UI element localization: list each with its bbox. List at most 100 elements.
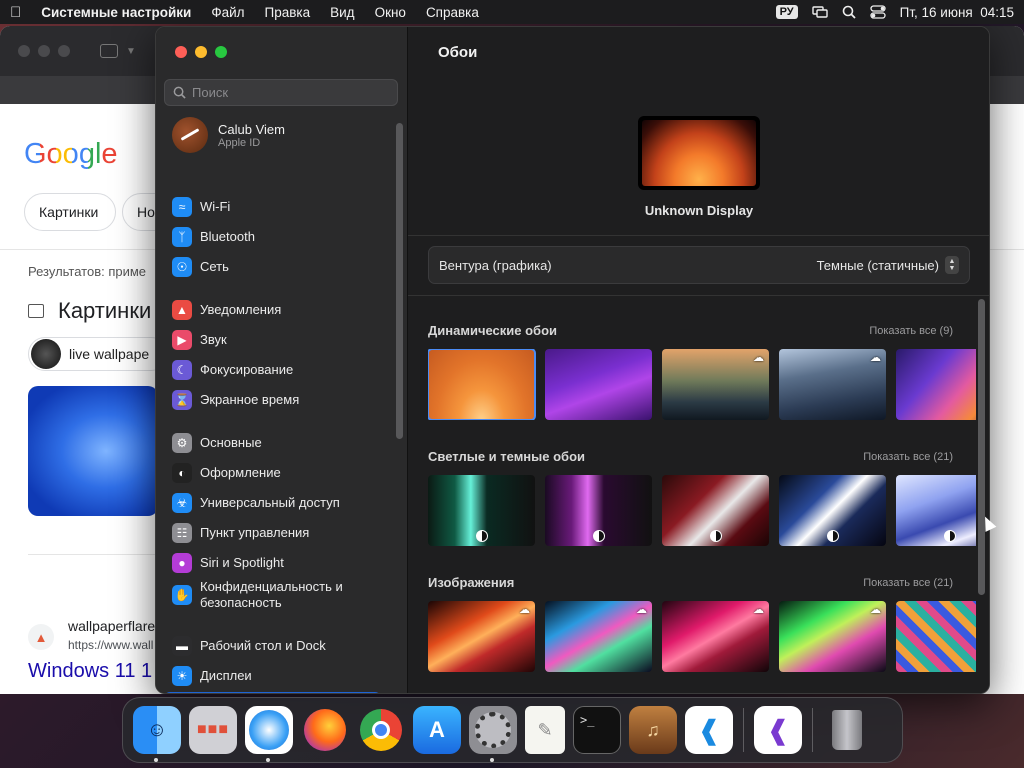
sidebar-item[interactable]: ☣ Универсальный доступ — [164, 489, 381, 516]
finder-icon[interactable]: ☺ — [133, 706, 181, 762]
sidebar-item[interactable]: ◐ Оформление — [164, 459, 381, 486]
dynamic-wallpapers-row: ☁ ☁ — [428, 349, 976, 420]
sidebar-item[interactable]: ⌛ Экранное время — [164, 386, 381, 413]
wallpaper-thumbnail[interactable] — [545, 475, 652, 546]
dock-separator — [743, 708, 744, 752]
wallpaper-thumbnail[interactable] — [896, 349, 976, 420]
sidebar-item-label: Пункт управления — [200, 525, 310, 540]
wallpaper-thumbnail[interactable]: ☁ — [662, 601, 769, 672]
wallpaper-thumbnail[interactable] — [896, 475, 976, 546]
display-name: Unknown Display — [644, 203, 754, 218]
search-input[interactable] — [192, 85, 382, 100]
wallpaper-thumbnail[interactable]: ☁ — [662, 349, 769, 420]
related-search-chip[interactable]: live wallpape — [28, 337, 168, 371]
sidebar-item[interactable]: ᛉ Bluetooth — [164, 223, 381, 250]
wallpaper-thumbnail[interactable]: ☁ — [545, 601, 652, 672]
safari-icon[interactable] — [245, 706, 293, 762]
visual-studio-icon[interactable]: ❰ — [754, 706, 802, 754]
browser-close-button[interactable] — [18, 45, 30, 57]
wallpaper-thumbnail[interactable]: ☁ — [428, 601, 535, 672]
wallpaper-thumbnail[interactable] — [779, 475, 886, 546]
sidebar-item[interactable]: ❀Обои — [164, 692, 381, 693]
wallpaper-thumbnail[interactable] — [662, 475, 769, 546]
speaker-icon: ▶ — [172, 329, 192, 350]
menu-view[interactable]: Вид — [320, 5, 364, 20]
control-center-icon[interactable] — [869, 5, 886, 19]
sidebar-item[interactable]: ⚙ Основные — [164, 429, 381, 456]
screen-mirroring-icon[interactable] — [811, 6, 828, 18]
system-settings-window: Calub Viem Apple ID ≈ Wi-Fi ᛉ Bluetooth ☉ Сет… — [155, 26, 990, 694]
sidebar-item[interactable]: ☾ Фокусирование — [164, 356, 381, 383]
instruments-icon[interactable]: ♫ — [629, 706, 677, 754]
app-menu[interactable]: Системные настройки — [31, 5, 201, 20]
wallpaper-thumbnail[interactable] — [428, 475, 535, 546]
wallpaper-thumbnail[interactable] — [428, 349, 536, 420]
chevron-down-icon[interactable]: ▼ — [126, 46, 136, 57]
sidebar-item[interactable]: ▶ Звук — [164, 326, 381, 353]
divider — [28, 554, 158, 555]
show-all-dynamic-link[interactable]: Показать все (9) — [869, 325, 953, 337]
sidebar-item[interactable]: ☷ Пункт управления — [164, 519, 381, 546]
download-icon: ☁ — [753, 604, 764, 616]
system-settings-icon[interactable] — [469, 706, 517, 762]
site-favicon-icon: ▲ — [28, 624, 54, 650]
apple-id-account[interactable]: Calub Viem Apple ID — [172, 117, 285, 153]
trash-icon[interactable] — [823, 706, 871, 754]
show-all-light-dark-link[interactable]: Показать все (21) — [863, 451, 953, 463]
sidebar-item[interactable]: ≈ Wi-Fi — [164, 193, 381, 220]
menu-help[interactable]: Справка — [416, 5, 489, 20]
control-center-icon: ☷ — [172, 522, 192, 543]
vscode-icon[interactable]: ❰ — [685, 706, 733, 754]
wallpaper-thumbnail[interactable]: ☁ — [779, 601, 886, 672]
browser-minimize-button[interactable] — [38, 45, 50, 57]
images-section-header: Картинки — [28, 298, 151, 324]
launchpad-icon[interactable]: ■■■ — [189, 706, 237, 754]
accessibility-icon: ☣ — [172, 492, 192, 513]
main-scrollbar[interactable] — [978, 299, 985, 595]
display-icon: ☀ — [172, 665, 192, 686]
apple-menu-icon[interactable]:  — [0, 4, 31, 21]
sidebar-item-label: Оформление — [200, 465, 281, 480]
wallpaper-thumbnail[interactable] — [896, 601, 976, 672]
sidebar-search[interactable] — [164, 79, 398, 106]
result-title-link[interactable]: Windows 11 1 — [28, 660, 152, 683]
section-title-pictures: Изображения — [428, 575, 515, 590]
app-store-icon[interactable]: A — [413, 706, 461, 754]
menu-window[interactable]: Окно — [365, 5, 416, 20]
spotlight-search-icon[interactable] — [842, 5, 856, 19]
bell-icon: ▲ — [172, 299, 192, 320]
input-source-indicator[interactable]: РУ — [775, 5, 798, 19]
menu-clock[interactable]: Пт, 16 июня 04:15 — [900, 5, 1014, 20]
result-site-name: wallpaperflare — [68, 618, 156, 634]
google-logo[interactable]: Google — [24, 138, 118, 171]
sidebar-toggle-icon[interactable] — [100, 44, 118, 58]
terminal-icon[interactable]: >_ — [573, 706, 621, 754]
moon-icon: ☾ — [172, 359, 192, 380]
pictures-row: ☁ ☁ ☁ ☁ — [428, 601, 976, 672]
chrome-icon[interactable] — [357, 706, 405, 754]
menu-file[interactable]: Файл — [201, 5, 254, 20]
sidebar-item[interactable]: ✋ Конфиденциальность и безопасность — [164, 576, 381, 614]
wallpaper-mode-popup[interactable]: Темные (статичные) ▲ ▼ — [817, 256, 959, 274]
minimize-button[interactable] — [195, 46, 207, 58]
wallpaper-thumbnail[interactable] — [545, 349, 652, 420]
close-button[interactable] — [175, 46, 187, 58]
sidebar-item[interactable]: ▲ Уведомления — [164, 296, 381, 323]
image-result-thumbnail[interactable] — [28, 386, 158, 516]
textedit-icon[interactable]: ✎ — [525, 706, 565, 754]
gear-icon: ⚙ — [172, 432, 192, 453]
firefox-icon[interactable] — [301, 706, 349, 754]
zoom-button[interactable] — [215, 46, 227, 58]
sidebar-item[interactable]: ☉ Сеть — [164, 253, 381, 280]
show-all-pictures-link[interactable]: Показать все (21) — [863, 577, 953, 589]
wallpaper-thumbnail[interactable]: ☁ — [779, 349, 886, 420]
sidebar-item[interactable]: ▬ Рабочий стол и Dock — [164, 632, 381, 659]
sidebar-scrollbar[interactable] — [396, 123, 403, 439]
sidebar-list: Calub Viem Apple ID ≈ Wi-Fi ᛉ Bluetooth ☉ Сет… — [156, 113, 396, 693]
chip-images[interactable]: Картинки — [24, 193, 116, 231]
download-icon: ☁ — [870, 604, 881, 616]
sidebar-item[interactable]: ☀ Дисплеи — [164, 662, 381, 689]
browser-zoom-button[interactable] — [58, 45, 70, 57]
sidebar-item[interactable]: ● Siri и Spotlight — [164, 549, 381, 576]
menu-edit[interactable]: Правка — [255, 5, 321, 20]
